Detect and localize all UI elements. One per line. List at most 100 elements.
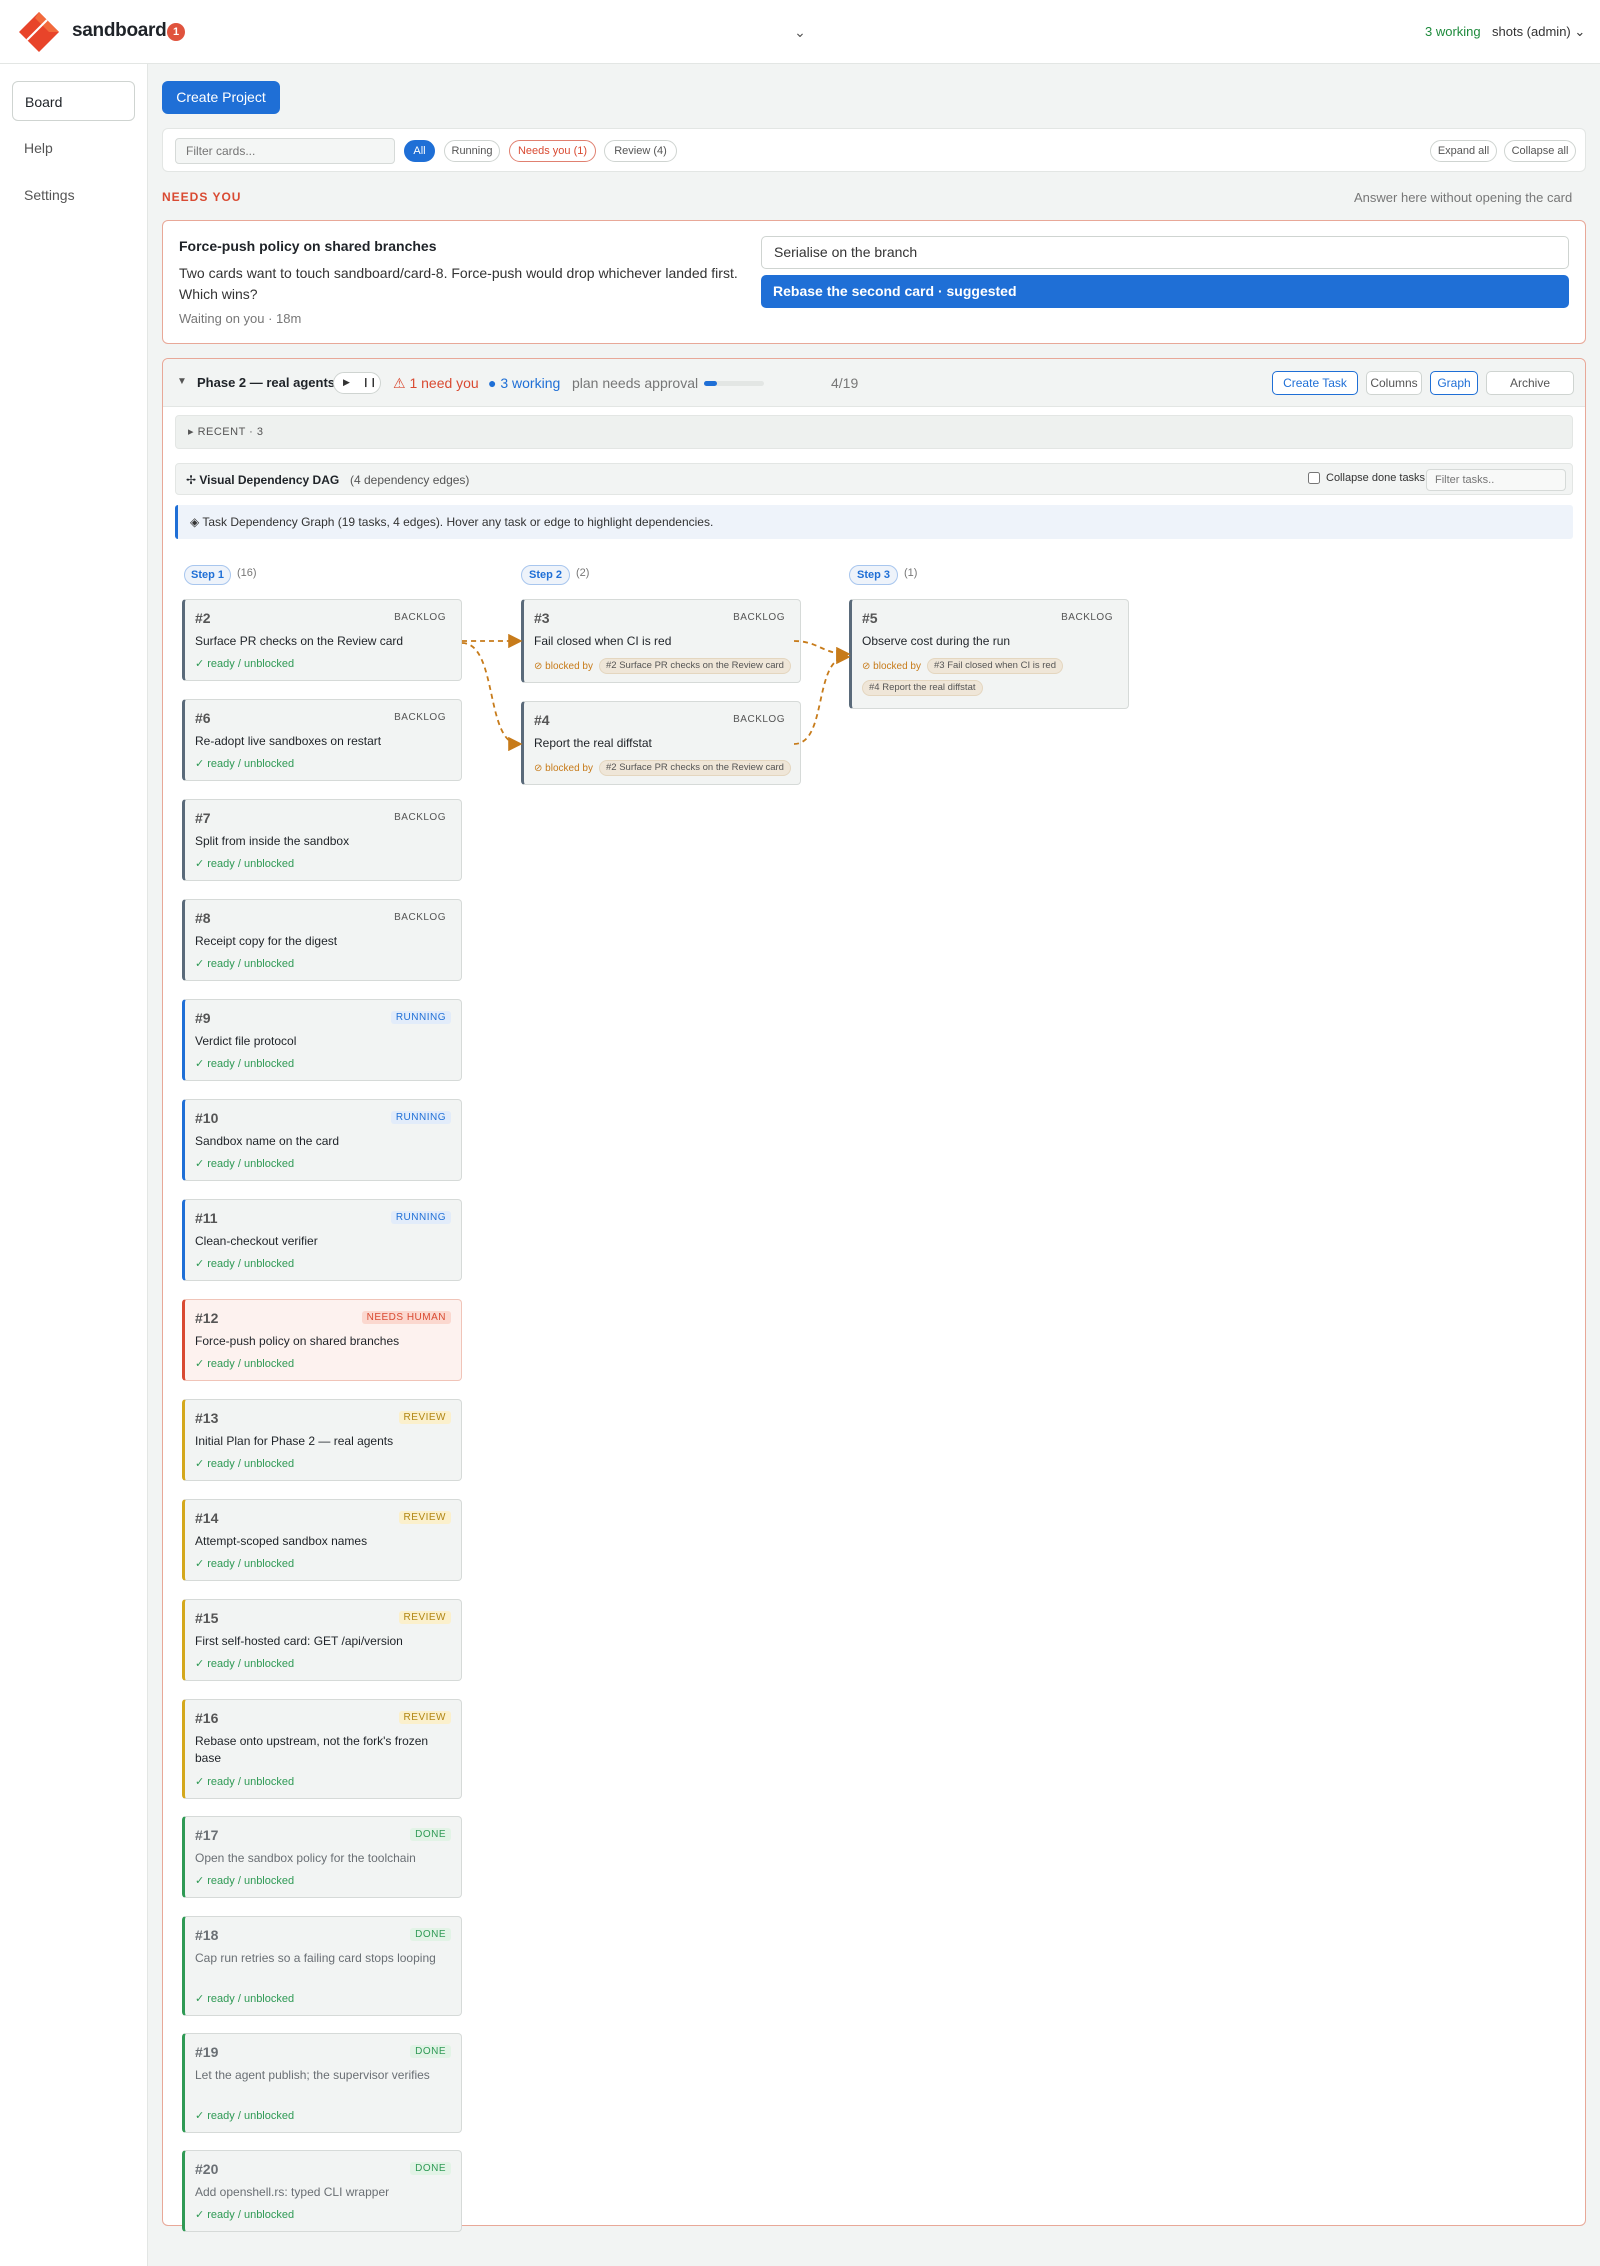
blocked-by-label: ⊘ blocked by <box>534 661 593 672</box>
task-id: #18 <box>195 1927 219 1943</box>
columns-view-button[interactable]: Columns <box>1366 371 1422 395</box>
task-card[interactable]: #8 BACKLOG Receipt copy for the digest ✓ re… <box>182 899 462 981</box>
task-card[interactable]: #19 DONE Let the agent publish; the superv… <box>182 2033 462 2133</box>
collapse-caret-icon[interactable]: ▼ <box>177 376 187 387</box>
task-card[interactable]: #14 REVIEW Attempt-scoped sandbox names ✓ r… <box>182 1499 462 1581</box>
task-card[interactable]: #7 BACKLOG Split from inside the sandbox ✓ … <box>182 799 462 881</box>
edge-4-to-5 <box>793 649 851 745</box>
user-menu[interactable]: shots (admin) ⌄ <box>1492 24 1585 40</box>
dependency-chip[interactable]: #3 Fail closed when CI is red <box>927 658 1063 674</box>
filter-cards-input[interactable] <box>175 138 395 164</box>
chevrons-down-icon[interactable]: ⌄ <box>790 22 810 42</box>
dependency-chip[interactable]: #2 Surface PR checks on the Review card <box>599 658 791 674</box>
task-id: #20 <box>195 2161 219 2177</box>
collapse-done-input[interactable] <box>1308 472 1320 485</box>
sidebar-item-help[interactable]: Help <box>12 128 135 168</box>
collapse-done-checkbox[interactable]: Collapse done tasks <box>1308 472 1426 485</box>
recent-section-toggle[interactable]: ▸ RECENT · 3 <box>175 415 1573 449</box>
task-card[interactable]: #12 NEEDS HUMAN Force-push policy on share… <box>182 1299 462 1381</box>
collapse-all-button[interactable]: Collapse all <box>1504 140 1576 162</box>
task-card[interactable]: #9 RUNNING Verdict file protocol ✓ ready / … <box>182 999 462 1081</box>
task-id: #10 <box>195 1110 219 1126</box>
pause-icon[interactable]: ❙❙ <box>362 377 377 388</box>
task-title: Verdict file protocol <box>195 1034 297 1048</box>
question-title[interactable]: Force-push policy on shared branches <box>179 238 437 254</box>
task-ready: ✓ ready / unblocked <box>195 1658 295 1670</box>
task-card[interactable]: #5 BACKLOG Observe cost during the run ⊘… <box>849 599 1129 709</box>
task-title: Fail closed when CI is red <box>534 634 672 648</box>
task-title: Re-adopt live sandboxes on restart <box>195 734 382 748</box>
dag-edge-count: (4 dependency edges) <box>350 473 470 487</box>
answer-option-serialise[interactable]: Serialise on the branch <box>761 236 1569 269</box>
graph-view-button[interactable]: Graph <box>1430 371 1478 395</box>
app-name[interactable]: sandboard <box>72 20 167 42</box>
task-id: #8 <box>195 910 211 926</box>
task-card[interactable]: #2 BACKLOG Surface PR checks on the Review… <box>182 599 462 681</box>
task-card[interactable]: #17 DONE Open the sandbox policy for the t… <box>182 1816 462 1898</box>
sidebar-item-settings[interactable]: Settings <box>12 175 135 215</box>
project-panel: ▼ Phase 2 — real agents ▶ ❙❙ ⚠ 1 need yo… <box>162 358 1586 2232</box>
needs-you-heading: NEEDS YOU <box>162 190 242 204</box>
task-status: RUNNING <box>390 1211 451 1224</box>
task-id: #11 <box>195 1210 218 1226</box>
task-status: DONE <box>410 1928 451 1941</box>
play-icon[interactable]: ▶ <box>343 377 350 388</box>
task-card[interactable]: #15 REVIEW First self-hosted card: GET /ap… <box>182 1599 462 1681</box>
task-id: #4 <box>534 712 550 728</box>
task-card[interactable]: #16 REVIEW Rebase onto upstream, not the f… <box>182 1699 462 1799</box>
task-card[interactable]: #10 RUNNING Sandbox name on the card ✓ read… <box>182 1099 462 1181</box>
task-ready: ✓ ready / unblocked <box>195 658 295 670</box>
filter-pill-needs-you[interactable]: Needs you (1) <box>509 140 596 162</box>
sandboard-logo-icon[interactable] <box>17 10 61 54</box>
task-card[interactable]: #3 BACKLOG Fail closed when CI is red ⊘ … <box>521 599 801 683</box>
step-1-label: Step 1 <box>184 565 231 585</box>
archive-button[interactable]: Archive <box>1486 371 1574 395</box>
task-ready: ✓ ready / unblocked <box>195 858 295 870</box>
task-ready: ✓ ready / unblocked <box>195 2209 295 2221</box>
filter-pill-all[interactable]: All <box>404 140 435 162</box>
task-card[interactable]: #11 RUNNING Clean-checkout verifier ✓ ready… <box>182 1199 462 1281</box>
task-card[interactable]: #20 DONE Add openshell.rs: typed CLI wrapp… <box>182 2150 462 2232</box>
answer-option-rebase-suggested[interactable]: Rebase the second card · suggested <box>761 275 1569 308</box>
task-status: DONE <box>410 2162 451 2175</box>
task-status: REVIEW <box>398 1611 451 1624</box>
task-title: First self-hosted card: GET /api/version <box>195 1634 403 1648</box>
sidebar-item-board[interactable]: Board <box>12 81 135 121</box>
working-status[interactable]: 3 working <box>1425 24 1481 39</box>
create-project-button[interactable]: Create Project <box>162 81 280 114</box>
task-title: Force-push policy on shared branches <box>195 1334 400 1348</box>
task-status: REVIEW <box>398 1711 451 1724</box>
dag-title[interactable]: ✢ Visual Dependency DAG <box>186 473 339 487</box>
collapse-done-label: Collapse done tasks <box>1326 472 1426 484</box>
step-2-count: (2) <box>576 567 590 579</box>
create-task-button[interactable]: Create Task <box>1272 371 1358 395</box>
dependency-chip[interactable]: #2 Surface PR checks on the Review card <box>599 760 791 776</box>
task-card[interactable]: #6 BACKLOG Re-adopt live sandboxes on rest… <box>182 699 462 781</box>
task-status: BACKLOG <box>733 714 785 725</box>
need-you-count[interactable]: ⚠ 1 need you <box>393 375 479 392</box>
task-status: BACKLOG <box>394 812 446 823</box>
project-title[interactable]: Phase 2 — real agents <box>197 375 335 390</box>
task-title: Split from inside the sandbox <box>195 834 350 848</box>
expand-all-button[interactable]: Expand all <box>1430 140 1497 162</box>
task-status: BACKLOG <box>394 612 446 623</box>
filter-pill-review[interactable]: Review (4) <box>604 140 677 162</box>
task-card[interactable]: #18 DONE Cap run retries so a failing card… <box>182 1916 462 2016</box>
task-card[interactable]: #4 BACKLOG Report the real diffstat ⊘ bl… <box>521 701 801 785</box>
filter-pill-running[interactable]: Running <box>444 140 500 162</box>
sidebar: Board Help Settings <box>0 64 148 2266</box>
task-ready: ✓ ready / unblocked <box>195 1158 295 1170</box>
task-ready: ✓ ready / unblocked <box>195 1358 295 1370</box>
task-status: RUNNING <box>390 1111 451 1124</box>
task-id: #14 <box>195 1510 219 1526</box>
notification-badge[interactable]: 1 <box>167 23 185 41</box>
run-controls: ▶ ❙❙ <box>333 372 381 394</box>
task-card[interactable]: #13 REVIEW Initial Plan for Phase 2 — real… <box>182 1399 462 1481</box>
edge-3-to-5 <box>793 640 851 662</box>
dependency-chip[interactable]: #4 Report the real diffstat <box>862 680 983 696</box>
filter-tasks-input[interactable] <box>1426 469 1566 491</box>
dag-toolbar: ✢ Visual Dependency DAG (4 dependency ed… <box>175 463 1573 495</box>
working-count[interactable]: ● 3 working <box>488 375 560 391</box>
task-title: Open the sandbox policy for the toolchai… <box>195 1851 416 1865</box>
needs-you-hint: Answer here without opening the card <box>1354 190 1573 205</box>
